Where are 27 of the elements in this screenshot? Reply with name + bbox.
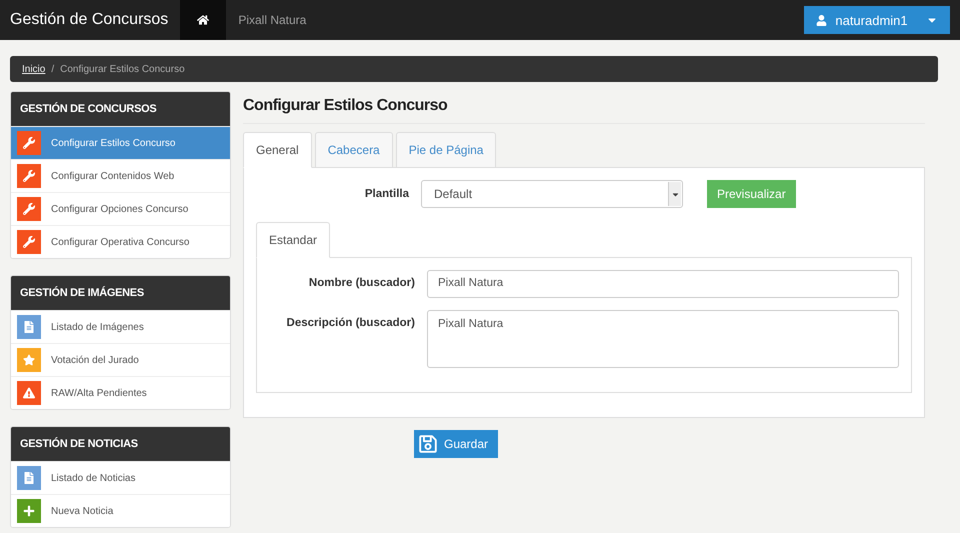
home-icon xyxy=(197,14,210,26)
sidebar-item[interactable]: RAW/Alta Pendientes xyxy=(11,376,230,409)
description-textarea[interactable]: Pixall Natura xyxy=(427,310,899,368)
breadcrumb-separator: / xyxy=(51,64,54,74)
tab[interactable]: Estandar xyxy=(256,222,330,258)
panel-heading: GESTIÓN DE NOTICIAS xyxy=(11,427,230,461)
template-select[interactable]: Default xyxy=(421,180,683,208)
nav-link[interactable]: Pixall Natura xyxy=(238,13,306,27)
save-icon xyxy=(418,434,438,454)
field-label: Descripción (buscador) xyxy=(286,316,415,329)
name-input[interactable]: Pixall Natura xyxy=(427,270,899,298)
sidebar-item[interactable]: Configurar Estilos Concurso xyxy=(11,126,230,159)
brand-title[interactable]: Gestión de Concursos xyxy=(0,11,180,29)
page-title: Configurar Estilos Concurso xyxy=(243,97,448,115)
panel-heading: GESTIÓN DE IMÁGENES xyxy=(11,276,230,310)
panel-heading: GESTIÓN DE CONCURSOS xyxy=(11,92,230,126)
breadcrumb-current: Configurar Estilos Concurso xyxy=(60,64,185,74)
tab[interactable]: General xyxy=(243,132,312,168)
home-button[interactable] xyxy=(180,0,226,40)
sidebar-item[interactable]: Configurar Operativa Concurso xyxy=(11,225,230,258)
field-label: Nombre (buscador) xyxy=(308,276,415,289)
user-icon xyxy=(816,14,828,26)
field-label: Plantilla xyxy=(364,188,409,200)
save-button[interactable]: Guardar xyxy=(414,430,498,458)
sidebar-item[interactable]: Nueva Noticia xyxy=(11,494,230,527)
breadcrumb-link[interactable]: Inicio xyxy=(22,64,46,74)
user-menu-button[interactable]: naturadmin1 xyxy=(804,6,950,34)
